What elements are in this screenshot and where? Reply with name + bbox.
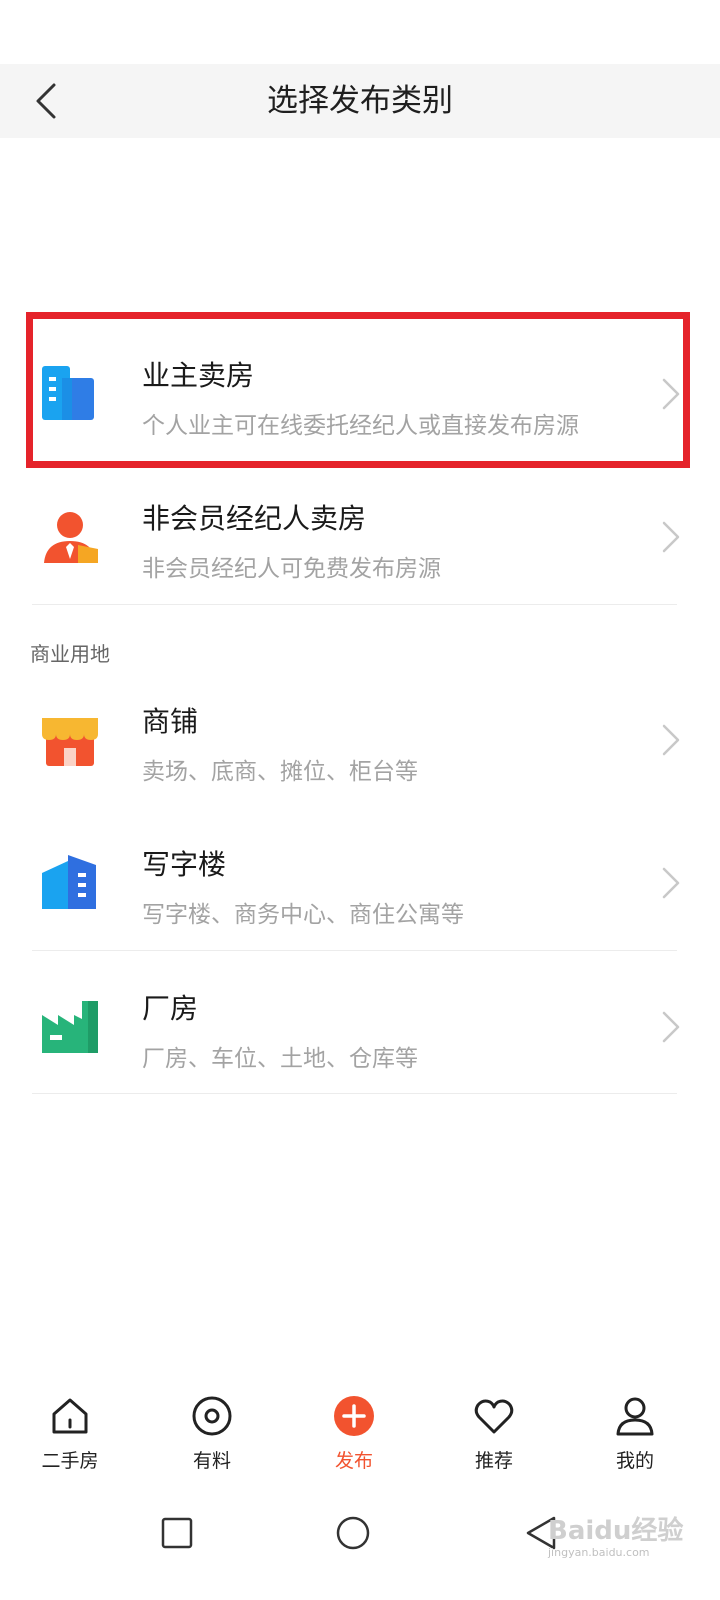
plus-circle-icon xyxy=(334,1396,374,1436)
section-label-commercial: 商业用地 xyxy=(30,642,110,666)
chevron-right-icon xyxy=(662,521,680,553)
page-title: 选择发布类别 xyxy=(267,83,453,119)
person-icon xyxy=(616,1397,654,1436)
item-title: 写字楼 xyxy=(142,848,227,881)
highlight-annotation-box xyxy=(26,312,690,468)
item-title: 商铺 xyxy=(142,705,199,738)
item-subtitle: 写字楼、商务中心、商住公寓等 xyxy=(142,902,464,928)
home-circle-icon[interactable] xyxy=(328,1508,378,1558)
target-circle-icon xyxy=(192,1396,232,1436)
chevron-right-icon xyxy=(662,724,680,756)
list-item-office[interactable]: 写字楼 写字楼、商务中心、商住公寓等 xyxy=(0,809,720,949)
item-title: 非会员经纪人卖房 xyxy=(142,502,367,535)
tab-second-hand-house[interactable]: 二手房 xyxy=(10,1390,130,1490)
factory-icon xyxy=(42,1001,98,1053)
tab-label: 发布 xyxy=(334,1450,373,1472)
heart-icon xyxy=(474,1399,514,1434)
list-item-shop[interactable]: 商铺 卖场、底商、摊位、柜台等 xyxy=(0,666,720,806)
list-item-agent-sell[interactable]: 非会员经纪人卖房 非会员经纪人可免费发布房源 xyxy=(0,463,720,603)
watermark-brand: Baidu经验 xyxy=(548,1516,684,1546)
tab-label: 有料 xyxy=(192,1450,231,1472)
tab-recommend[interactable]: 推荐 xyxy=(434,1390,554,1490)
divider xyxy=(32,950,677,951)
item-subtitle: 厂房、车位、土地、仓库等 xyxy=(142,1046,418,1072)
tab-label: 推荐 xyxy=(474,1450,513,1472)
divider xyxy=(32,1093,677,1094)
tab-youliao[interactable]: 有料 xyxy=(152,1390,272,1490)
chevron-right-icon xyxy=(662,1011,680,1043)
list-item-factory[interactable]: 厂房 厂房、车位、土地、仓库等 xyxy=(0,953,720,1093)
tab-publish[interactable]: 发布 xyxy=(294,1390,414,1490)
chevron-right-icon xyxy=(662,867,680,899)
item-title: 厂房 xyxy=(142,992,199,1025)
header-bar: 选择发布类别 xyxy=(0,64,720,138)
recent-apps-square-icon[interactable] xyxy=(152,1508,202,1558)
tab-label: 我的 xyxy=(615,1450,654,1472)
office-building-icon xyxy=(42,855,96,909)
home-icon xyxy=(52,1398,88,1434)
baidu-jingyan-watermark: Baidu经验 jingyan.baidu.com xyxy=(540,1502,710,1562)
item-subtitle: 非会员经纪人可免费发布房源 xyxy=(142,556,441,582)
shop-storefront-icon xyxy=(42,718,98,766)
agent-person-icon xyxy=(44,512,98,563)
item-subtitle: 卖场、底商、摊位、柜台等 xyxy=(142,759,418,785)
tab-label: 二手房 xyxy=(41,1450,99,1472)
bottom-tab-bar: 二手房 有料 发布 推荐 我的 xyxy=(0,1390,720,1490)
tab-mine[interactable]: 我的 xyxy=(575,1390,695,1490)
divider xyxy=(32,604,677,605)
watermark-url: jingyan.baidu.com xyxy=(548,1546,650,1559)
